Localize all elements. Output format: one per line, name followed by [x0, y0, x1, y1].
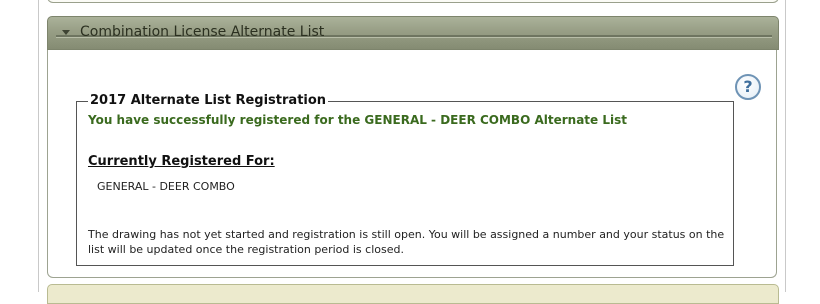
registered-item: GENERAL - DEER COMBO — [97, 180, 235, 193]
previous-panel-bottom — [47, 0, 779, 3]
section-title: Combination License Alternate List — [80, 24, 325, 40]
registration-info-text: The drawing has not yet started and regi… — [88, 228, 725, 256]
success-message: You have successfully registered for the… — [88, 113, 627, 127]
registered-heading: Currently Registered For: — [88, 154, 275, 169]
next-section-header[interactable] — [47, 284, 779, 304]
help-icon[interactable]: ? — [735, 74, 761, 100]
combination-license-section-header[interactable]: Combination License Alternate List — [47, 16, 779, 50]
registration-legend: 2017 Alternate List Registration — [88, 93, 329, 108]
collapse-triangle-icon[interactable] — [62, 30, 70, 35]
